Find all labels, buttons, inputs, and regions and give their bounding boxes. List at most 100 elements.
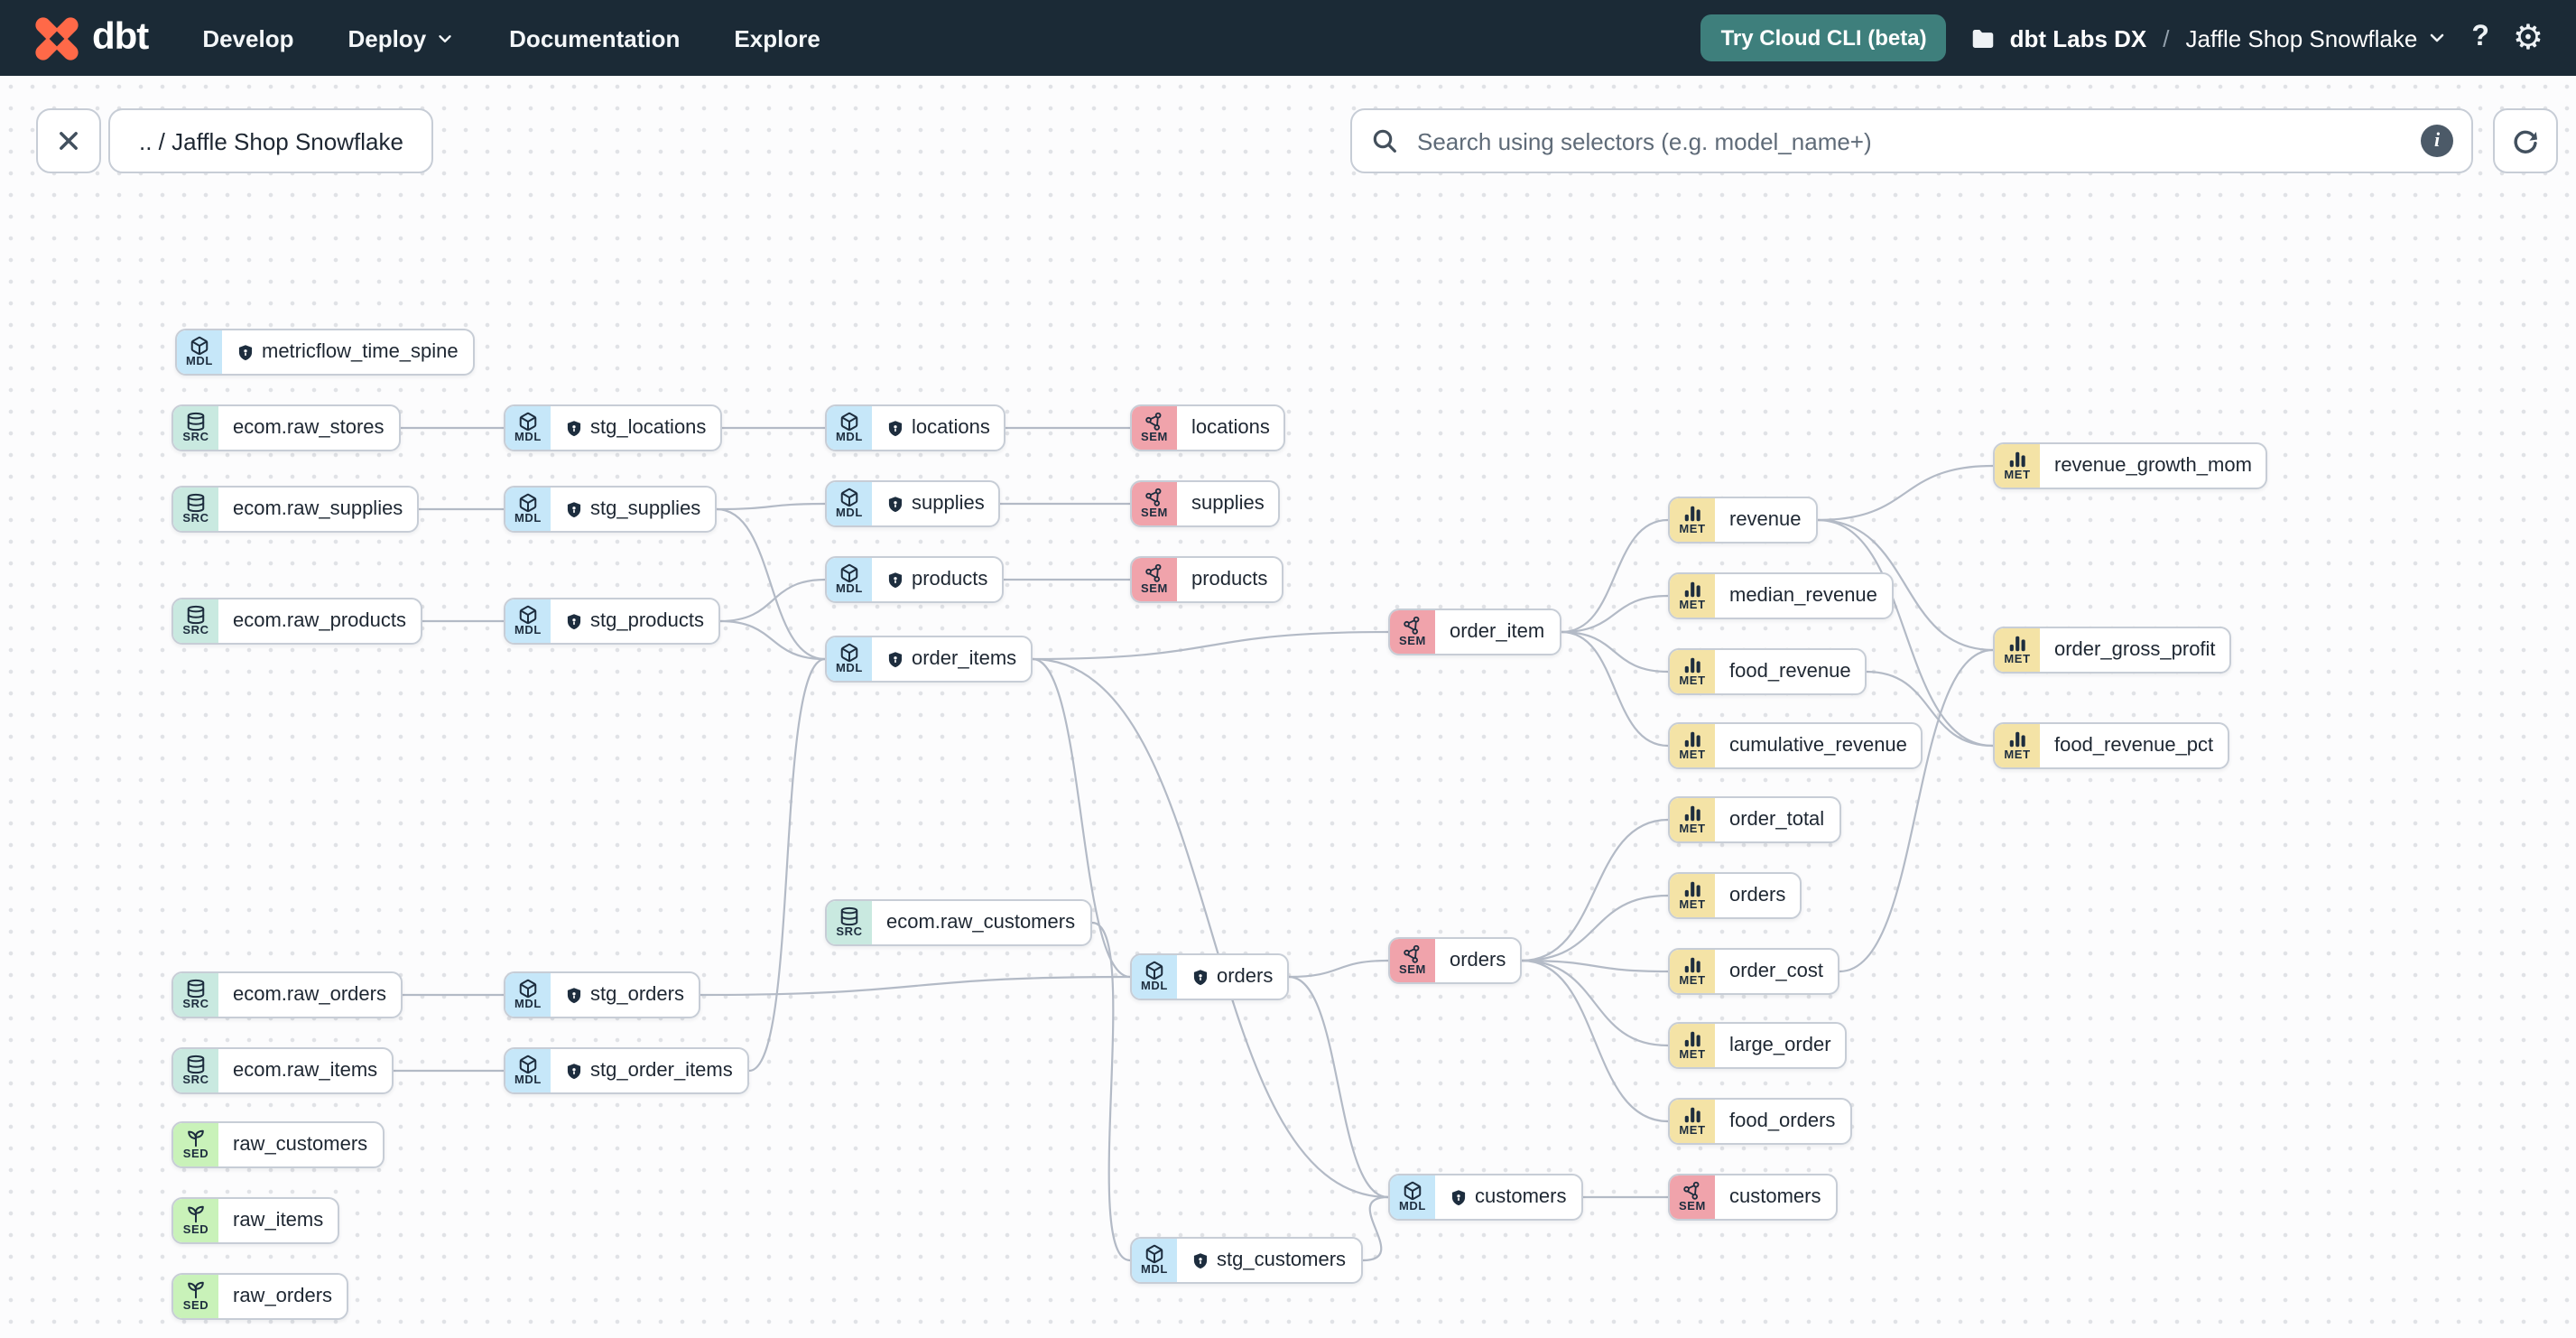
- node-label: customers: [1729, 1186, 1821, 1208]
- node-met_food_revenue_pct[interactable]: MET food_revenue_pct: [1993, 722, 2230, 769]
- node-sem_customers[interactable]: SEM customers: [1668, 1174, 1838, 1221]
- node-sem_locations[interactable]: SEM locations: [1130, 404, 1286, 451]
- folder-icon: [1973, 29, 1994, 47]
- close-lineage-button[interactable]: [36, 108, 101, 173]
- gear-icon[interactable]: ⚙: [2513, 21, 2544, 55]
- search-input[interactable]: [1413, 125, 2406, 156]
- node-met_median_revenue[interactable]: MET median_revenue: [1668, 572, 1894, 619]
- lineage-edge: [748, 657, 826, 1073]
- help-icon[interactable]: ?: [2471, 22, 2489, 54]
- node-label: locations: [912, 417, 990, 439]
- lineage-edge: [1521, 959, 1669, 1123]
- node-label: stg_supplies: [590, 498, 701, 520]
- node-label: stg_products: [590, 610, 704, 632]
- node-mdl_customers[interactable]: MDL customers: [1388, 1174, 1583, 1221]
- breadcrumb-separator: /: [2163, 24, 2170, 51]
- node-met_food_revenue[interactable]: MET food_revenue: [1668, 648, 1867, 695]
- node-label: supplies: [912, 493, 985, 515]
- lineage-edge: [716, 502, 826, 511]
- nav-item-develop[interactable]: Develop: [202, 24, 293, 51]
- node-sem_supplies[interactable]: SEM supplies: [1130, 480, 1281, 527]
- node-label: order_gross_profit: [2054, 639, 2216, 661]
- node-src_raw_products[interactable]: SRC ecom.raw_products: [171, 598, 422, 645]
- brand-text: dbt: [92, 16, 149, 58]
- node-label: food_orders: [1729, 1110, 1836, 1132]
- node-mdl_stg_customers[interactable]: MDL stg_customers: [1130, 1237, 1363, 1284]
- dbt-lineage-app: dbt Develop Deploy Documentation Explore Tr…: [0, 0, 2576, 1338]
- node-mdl_stg_supplies[interactable]: MDL stg_supplies: [504, 486, 718, 533]
- node-mdl_products[interactable]: MDL products: [825, 556, 1005, 603]
- bar-chart-icon: MET: [1670, 498, 1715, 542]
- account-name[interactable]: dbt Labs DX: [2010, 24, 2147, 51]
- node-met_orders[interactable]: MET orders: [1668, 872, 1802, 919]
- cube-icon: MDL: [827, 558, 872, 601]
- node-met_order_total[interactable]: MET order_total: [1668, 796, 1841, 843]
- dbt-logo[interactable]: dbt: [32, 14, 149, 62]
- node-sem_order_item[interactable]: SEM order_item: [1388, 609, 1561, 655]
- refresh-button[interactable]: [2493, 108, 2558, 173]
- node-type-label: SEM: [1141, 582, 1168, 596]
- node-mdl_metricflow_time_spine[interactable]: MDL metricflow_time_spine: [175, 329, 475, 376]
- node-sem_products[interactable]: SEM products: [1130, 556, 1284, 603]
- lineage-canvas[interactable]: MDL metricflow_time_spine SRC ecom.raw_stor…: [0, 76, 2576, 1338]
- node-met_order_cost[interactable]: MET order_cost: [1668, 948, 1839, 995]
- node-type-label: SRC: [182, 512, 209, 525]
- node-mdl_orders[interactable]: MDL orders: [1130, 953, 1290, 1000]
- nav-item-label: Deploy: [347, 24, 427, 51]
- node-mdl_locations[interactable]: MDL locations: [825, 404, 1006, 451]
- node-mdl_supplies[interactable]: MDL supplies: [825, 480, 1001, 527]
- node-mdl_stg_orders[interactable]: MDL stg_orders: [504, 971, 700, 1018]
- try-cloud-cli-button[interactable]: Try Cloud CLI (beta): [1700, 14, 1947, 61]
- node-label: ecom.raw_products: [233, 610, 406, 632]
- semantic-graph-icon: SEM: [1390, 939, 1435, 982]
- node-label: food_revenue_pct: [2054, 735, 2214, 757]
- node-label: order_total: [1729, 809, 1825, 831]
- node-type-label: MDL: [836, 431, 863, 444]
- node-met_cumulative_revenue[interactable]: MET cumulative_revenue: [1668, 722, 1923, 769]
- node-met_revenue_growth_mom[interactable]: MET revenue_growth_mom: [1993, 442, 2268, 489]
- node-label: stg_locations: [590, 417, 707, 439]
- node-mdl_stg_products[interactable]: MDL stg_products: [504, 598, 720, 645]
- node-met_food_orders[interactable]: MET food_orders: [1668, 1098, 1852, 1145]
- node-sed_raw_items[interactable]: SED raw_items: [171, 1197, 340, 1244]
- node-label: large_order: [1729, 1035, 1831, 1056]
- nav-item-label: Explore: [734, 24, 820, 51]
- node-label: cumulative_revenue: [1729, 735, 1907, 757]
- node-sem_orders[interactable]: SEM orders: [1388, 937, 1523, 984]
- node-met_revenue[interactable]: MET revenue: [1668, 497, 1818, 544]
- node-src_raw_supplies[interactable]: SRC ecom.raw_supplies: [171, 486, 420, 533]
- node-mdl_stg_order_items[interactable]: MDL stg_order_items: [504, 1047, 749, 1094]
- bar-chart-icon: MET: [1995, 444, 2040, 488]
- bar-chart-icon: MET: [1670, 798, 1715, 841]
- node-src_raw_customers[interactable]: SRC ecom.raw_customers: [825, 899, 1092, 946]
- shield-icon: [886, 494, 904, 514]
- nav-item-documentation[interactable]: Documentation: [509, 24, 680, 51]
- node-src_raw_orders[interactable]: SRC ecom.raw_orders: [171, 971, 403, 1018]
- nav-item-deploy[interactable]: Deploy: [347, 24, 455, 51]
- node-type-label: MDL: [186, 355, 213, 368]
- node-mdl_order_items[interactable]: MDL order_items: [825, 636, 1033, 683]
- shield-icon: [1450, 1187, 1468, 1207]
- edge-layer: [394, 426, 1994, 1262]
- info-icon[interactable]: i: [2421, 125, 2453, 157]
- lineage-breadcrumb[interactable]: .. / Jaffle Shop Snowflake: [108, 108, 434, 173]
- node-mdl_stg_locations[interactable]: MDL stg_locations: [504, 404, 723, 451]
- node-label: customers: [1475, 1186, 1567, 1208]
- node-sed_raw_customers[interactable]: SED raw_customers: [171, 1121, 385, 1168]
- node-src_raw_items[interactable]: SRC ecom.raw_items: [171, 1047, 394, 1094]
- bar-chart-icon: MET: [1995, 628, 2040, 672]
- selector-search[interactable]: i: [1350, 108, 2473, 173]
- node-type-label: MET: [1679, 822, 1706, 836]
- node-sed_raw_orders[interactable]: SED raw_orders: [171, 1273, 349, 1320]
- project-selector[interactable]: Jaffle Shop Snowflake: [2186, 24, 2449, 51]
- node-met_large_order[interactable]: MET large_order: [1668, 1022, 1848, 1069]
- refresh-icon: [2514, 130, 2538, 153]
- node-met_order_gross_profit[interactable]: MET order_gross_profit: [1993, 627, 2232, 674]
- dbt-mark-icon: [35, 16, 79, 60]
- node-src_raw_stores[interactable]: SRC ecom.raw_stores: [171, 404, 401, 451]
- node-type-label: SRC: [182, 998, 209, 1011]
- node-type-label: MET: [2004, 469, 2031, 482]
- lineage-edge: [1288, 975, 1389, 1199]
- nav-item-explore[interactable]: Explore: [734, 24, 820, 51]
- database-icon: SRC: [173, 599, 218, 643]
